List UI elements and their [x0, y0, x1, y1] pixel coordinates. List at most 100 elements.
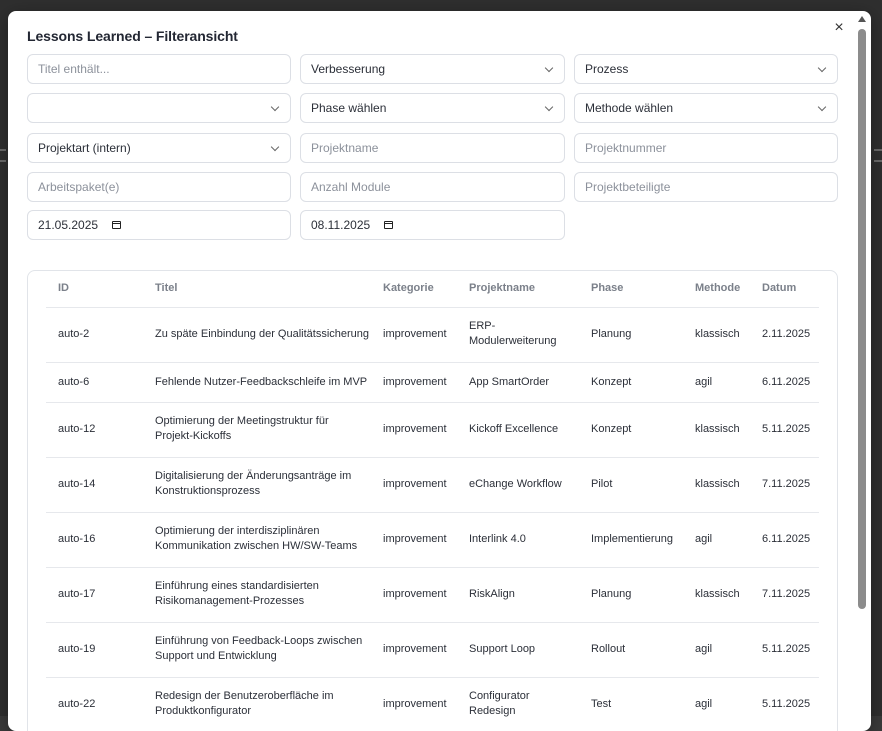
cell-titel-line: Optimierung der interdisziplinären: [155, 525, 320, 537]
cell-methode: agil: [695, 698, 713, 710]
cell-titel-line: Risikomanagement-Prozesses: [155, 595, 305, 607]
column-header-projektname[interactable]: Projektname: [469, 282, 535, 294]
date-to-input[interactable]: 08.11.2025: [300, 210, 565, 240]
column-header-titel[interactable]: Titel: [155, 282, 177, 294]
cell-titel-line: Einführung eines standardisierten: [155, 580, 319, 592]
cell-titel-line: Optimierung der Meetingstruktur für: [155, 415, 329, 427]
cell-datum: 6.11.2025: [762, 376, 811, 388]
cell-titel: Digitalisierung der Änderungsanträge im K…: [155, 469, 351, 499]
results-table: ID Titel Kategorie Projektname Phase Met…: [27, 270, 838, 731]
column-header-kategorie[interactable]: Kategorie: [383, 282, 434, 294]
row-divider: [46, 457, 819, 458]
methode-select[interactable]: Methode wählen: [574, 93, 838, 123]
background-page-fragment: [0, 140, 6, 180]
projektart-select[interactable]: Projektart (intern): [27, 133, 291, 163]
cell-kategorie: improvement: [383, 698, 447, 710]
calendar-icon[interactable]: [384, 220, 394, 229]
cell-kategorie: improvement: [383, 478, 447, 490]
cell-phase: Implementierung: [591, 533, 673, 545]
scroll-up-arrow-icon[interactable]: [858, 16, 866, 22]
typ-select[interactable]: Prozess: [574, 54, 838, 84]
background-page-fragment: [874, 140, 882, 180]
cell-id: auto-17: [58, 588, 96, 600]
cell-projektname: Configurator Redesign: [469, 689, 530, 719]
cell-phase: Planung: [591, 588, 632, 600]
cell-projektname-line: Support Loop: [469, 643, 536, 655]
modal-title: Lessons Learned – Filteransicht: [27, 28, 238, 44]
cell-id: auto-16: [58, 533, 96, 545]
column-header-datum[interactable]: Datum: [762, 282, 796, 294]
cell-titel-line: Produktkonfigurator: [155, 705, 251, 717]
cell-methode: klassisch: [695, 423, 740, 435]
scrollbar-thumb[interactable]: [858, 29, 866, 609]
cell-id: auto-12: [58, 423, 96, 435]
cell-titel: Fehlende Nutzer-Feedbackschleife im MVP: [155, 375, 367, 390]
cell-titel-line: Fehlende Nutzer-Feedbackschleife im MVP: [155, 376, 368, 388]
cell-projektname: Support Loop: [469, 642, 535, 657]
cell-id: auto-22: [58, 698, 96, 710]
date-to-value: 08.11.2025: [311, 218, 371, 232]
cell-projektname-line: App SmartOrder: [469, 376, 550, 388]
cell-projektname-line: ERP-: [469, 320, 496, 332]
kategorie-select-value: Verbesserung: [311, 62, 386, 76]
cell-methode: klassisch: [695, 328, 740, 340]
cell-phase: Rollout: [591, 643, 626, 655]
cell-id: auto-2: [58, 328, 90, 340]
methode-select-value: Methode wählen: [585, 101, 674, 115]
cell-projektname: Interlink 4.0: [469, 532, 526, 547]
cell-methode: agil: [695, 643, 713, 655]
cell-methode: agil: [695, 533, 713, 545]
cell-titel-line: Kommunikation zwischen HW/SW-Teams: [155, 540, 358, 552]
column-header-methode[interactable]: Methode: [695, 282, 740, 294]
cell-titel-line: Einführung von Feedback-Loops zwischen: [155, 635, 363, 647]
cell-titel: Optimierung der Meetingstruktur für Proje…: [155, 414, 329, 444]
arbeitspaket-input[interactable]: Arbeitspaket(e): [27, 172, 291, 202]
cell-kategorie: improvement: [383, 328, 447, 340]
cell-datum: 5.11.2025: [762, 423, 811, 435]
kategorie-select[interactable]: Verbesserung: [300, 54, 565, 84]
cell-kategorie: improvement: [383, 643, 447, 655]
phase-select[interactable]: Phase wählen: [300, 93, 565, 123]
column-header-phase[interactable]: Phase: [591, 282, 623, 294]
row-divider: [46, 362, 819, 363]
cell-projektname-line: Kickoff Excellence: [469, 423, 559, 435]
cell-datum: 7.11.2025: [762, 478, 811, 490]
cell-projektname: Kickoff Excellence: [469, 422, 558, 437]
cell-titel: Zu späte Einbindung der Qualitätssicheru…: [155, 327, 369, 342]
cell-projektname: eChange Workflow: [469, 477, 562, 492]
phase-select-value: Phase wählen: [311, 101, 387, 115]
cell-kategorie: improvement: [383, 588, 447, 600]
cell-titel-line: Zu späte Einbindung der Qualitätssicheru…: [155, 328, 370, 340]
cell-datum: 6.11.2025: [762, 533, 811, 545]
row-divider: [46, 567, 819, 568]
empty-select[interactable]: [27, 93, 291, 123]
cell-titel-line: Konstruktionsprozess: [155, 485, 261, 497]
cell-titel: Optimierung der interdisziplinären Kommun…: [155, 524, 357, 554]
date-from-input[interactable]: 21.05.2025: [27, 210, 291, 240]
projektnummer-input[interactable]: Projektnummer: [574, 133, 838, 163]
cell-kategorie: improvement: [383, 533, 447, 545]
cell-projektname: RiskAlign: [469, 587, 515, 602]
title-search-input[interactable]: Titel enthält...: [27, 54, 291, 84]
row-divider: [46, 622, 819, 623]
chevron-down-icon: [270, 142, 280, 152]
anzahl-module-input[interactable]: Anzahl Module: [300, 172, 565, 202]
cell-datum: 5.11.2025: [762, 643, 811, 655]
cell-projektname-line: eChange Workflow: [469, 478, 562, 490]
projektname-input[interactable]: Projektname: [300, 133, 565, 163]
cell-kategorie: improvement: [383, 423, 447, 435]
cell-datum: 7.11.2025: [762, 588, 811, 600]
cell-titel-line: Projekt-Kickoffs: [155, 430, 232, 442]
cell-projektname-line: Interlink 4.0: [469, 533, 526, 545]
column-header-id[interactable]: ID: [58, 282, 69, 294]
cell-phase: Konzept: [591, 423, 632, 435]
close-button[interactable]: ×: [831, 19, 847, 37]
calendar-icon[interactable]: [112, 220, 122, 229]
chevron-down-icon: [817, 63, 827, 73]
projektart-select-value: Projektart (intern): [38, 141, 131, 155]
chevron-down-icon: [544, 63, 554, 73]
cell-methode: klassisch: [695, 478, 740, 490]
scrollbar[interactable]: [857, 16, 867, 726]
projektbeteiligte-input[interactable]: Projektbeteiligte: [574, 172, 838, 202]
chevron-down-icon: [270, 102, 280, 112]
